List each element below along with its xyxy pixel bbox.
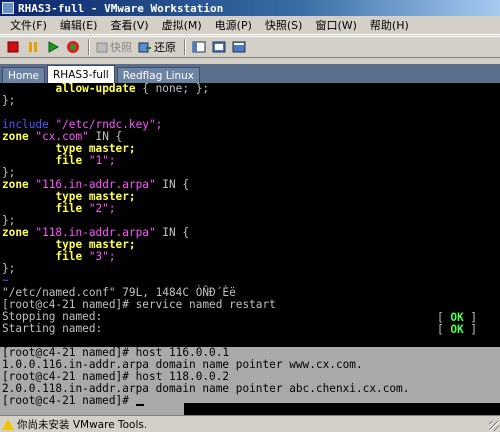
quick-switch-icon — [232, 41, 246, 53]
sidebar-view-icon — [192, 41, 206, 53]
resize-grip-icon[interactable] — [489, 421, 499, 431]
starting-status: [ OK ] — [437, 323, 478, 336]
console-line: Starting named: — [2, 322, 109, 335]
menu-view[interactable]: 查看(V) — [104, 17, 155, 33]
revert-button[interactable]: 还原 — [136, 38, 178, 56]
text-cursor — [135, 404, 144, 406]
toolbar-separator — [184, 39, 186, 55]
warning-icon — [2, 418, 14, 430]
menu-power[interactable]: 电源(P) — [209, 17, 259, 33]
vm-tab-strip: Home RHAS3-full Redflag Linux — [0, 64, 500, 83]
power-on-button[interactable] — [44, 38, 62, 56]
menu-help[interactable]: 帮助(H) — [364, 17, 416, 33]
revert-label: 还原 — [154, 41, 176, 54]
fullscreen-button[interactable] — [210, 38, 228, 56]
tab-home[interactable]: Home — [2, 67, 46, 83]
pause-icon — [29, 42, 37, 52]
power-off-button[interactable] — [4, 38, 22, 56]
console-line: }; — [2, 94, 16, 107]
status-message[interactable]: 你尚未安装 VMware Tools. — [17, 417, 147, 432]
snapshot-icon — [96, 42, 108, 53]
menu-file[interactable]: 文件(F) — [4, 17, 54, 33]
view-sidebar-button[interactable] — [190, 38, 208, 56]
menu-bar: 文件(F) 编辑(E) 查看(V) 虚拟(M) 电源(P) 快照(S) 窗口(W) 帮助(H) — [0, 16, 500, 35]
console-line: allow-update { none; }; — [55, 83, 210, 95]
console-line: file "1"; — [55, 154, 116, 167]
menu-window[interactable]: 窗口(W) — [309, 17, 363, 33]
window-title: RHAS3-full - VMware Workstation — [18, 1, 224, 15]
vmware-app-icon — [2, 2, 14, 14]
quick-switch-button[interactable] — [230, 38, 248, 56]
title-bar: RHAS3-full - VMware Workstation — [0, 0, 500, 16]
toolbar: 快照 还原 — [0, 36, 500, 58]
menu-snapshot[interactable]: 快照(S) — [259, 17, 310, 33]
console-lower: [root@c4-21 named]# host 116.0.0.1 1.0.0… — [0, 347, 500, 415]
console-black-bar — [184, 403, 500, 415]
console-upper: allow-update { none; };}; include "/etc/r… — [0, 83, 500, 335]
tab-redflag-linux[interactable]: Redflag Linux — [116, 67, 201, 83]
status-bar: 你尚未安装 VMware Tools. — [0, 415, 500, 432]
vm-console[interactable]: allow-update { none; };}; include "/etc/r… — [0, 83, 500, 415]
menu-edit[interactable]: 编辑(E) — [54, 17, 105, 33]
console-line: }; — [2, 262, 16, 275]
console-line: file "3"; — [55, 250, 116, 263]
stop-icon — [7, 41, 19, 53]
console-line: file "2"; — [55, 202, 116, 215]
snapshot-button[interactable]: 快照 — [94, 38, 134, 56]
toolbar-separator — [88, 39, 90, 55]
suspend-button[interactable] — [24, 38, 42, 56]
reset-button[interactable] — [64, 38, 82, 56]
tab-rhas3-full[interactable]: RHAS3-full — [47, 65, 115, 83]
revert-icon — [138, 42, 151, 52]
play-icon — [48, 41, 59, 53]
menu-vm[interactable]: 虚拟(M) — [156, 17, 209, 33]
fullscreen-icon — [212, 41, 226, 53]
snapshot-label: 快照 — [110, 41, 132, 54]
reset-icon — [67, 41, 79, 53]
